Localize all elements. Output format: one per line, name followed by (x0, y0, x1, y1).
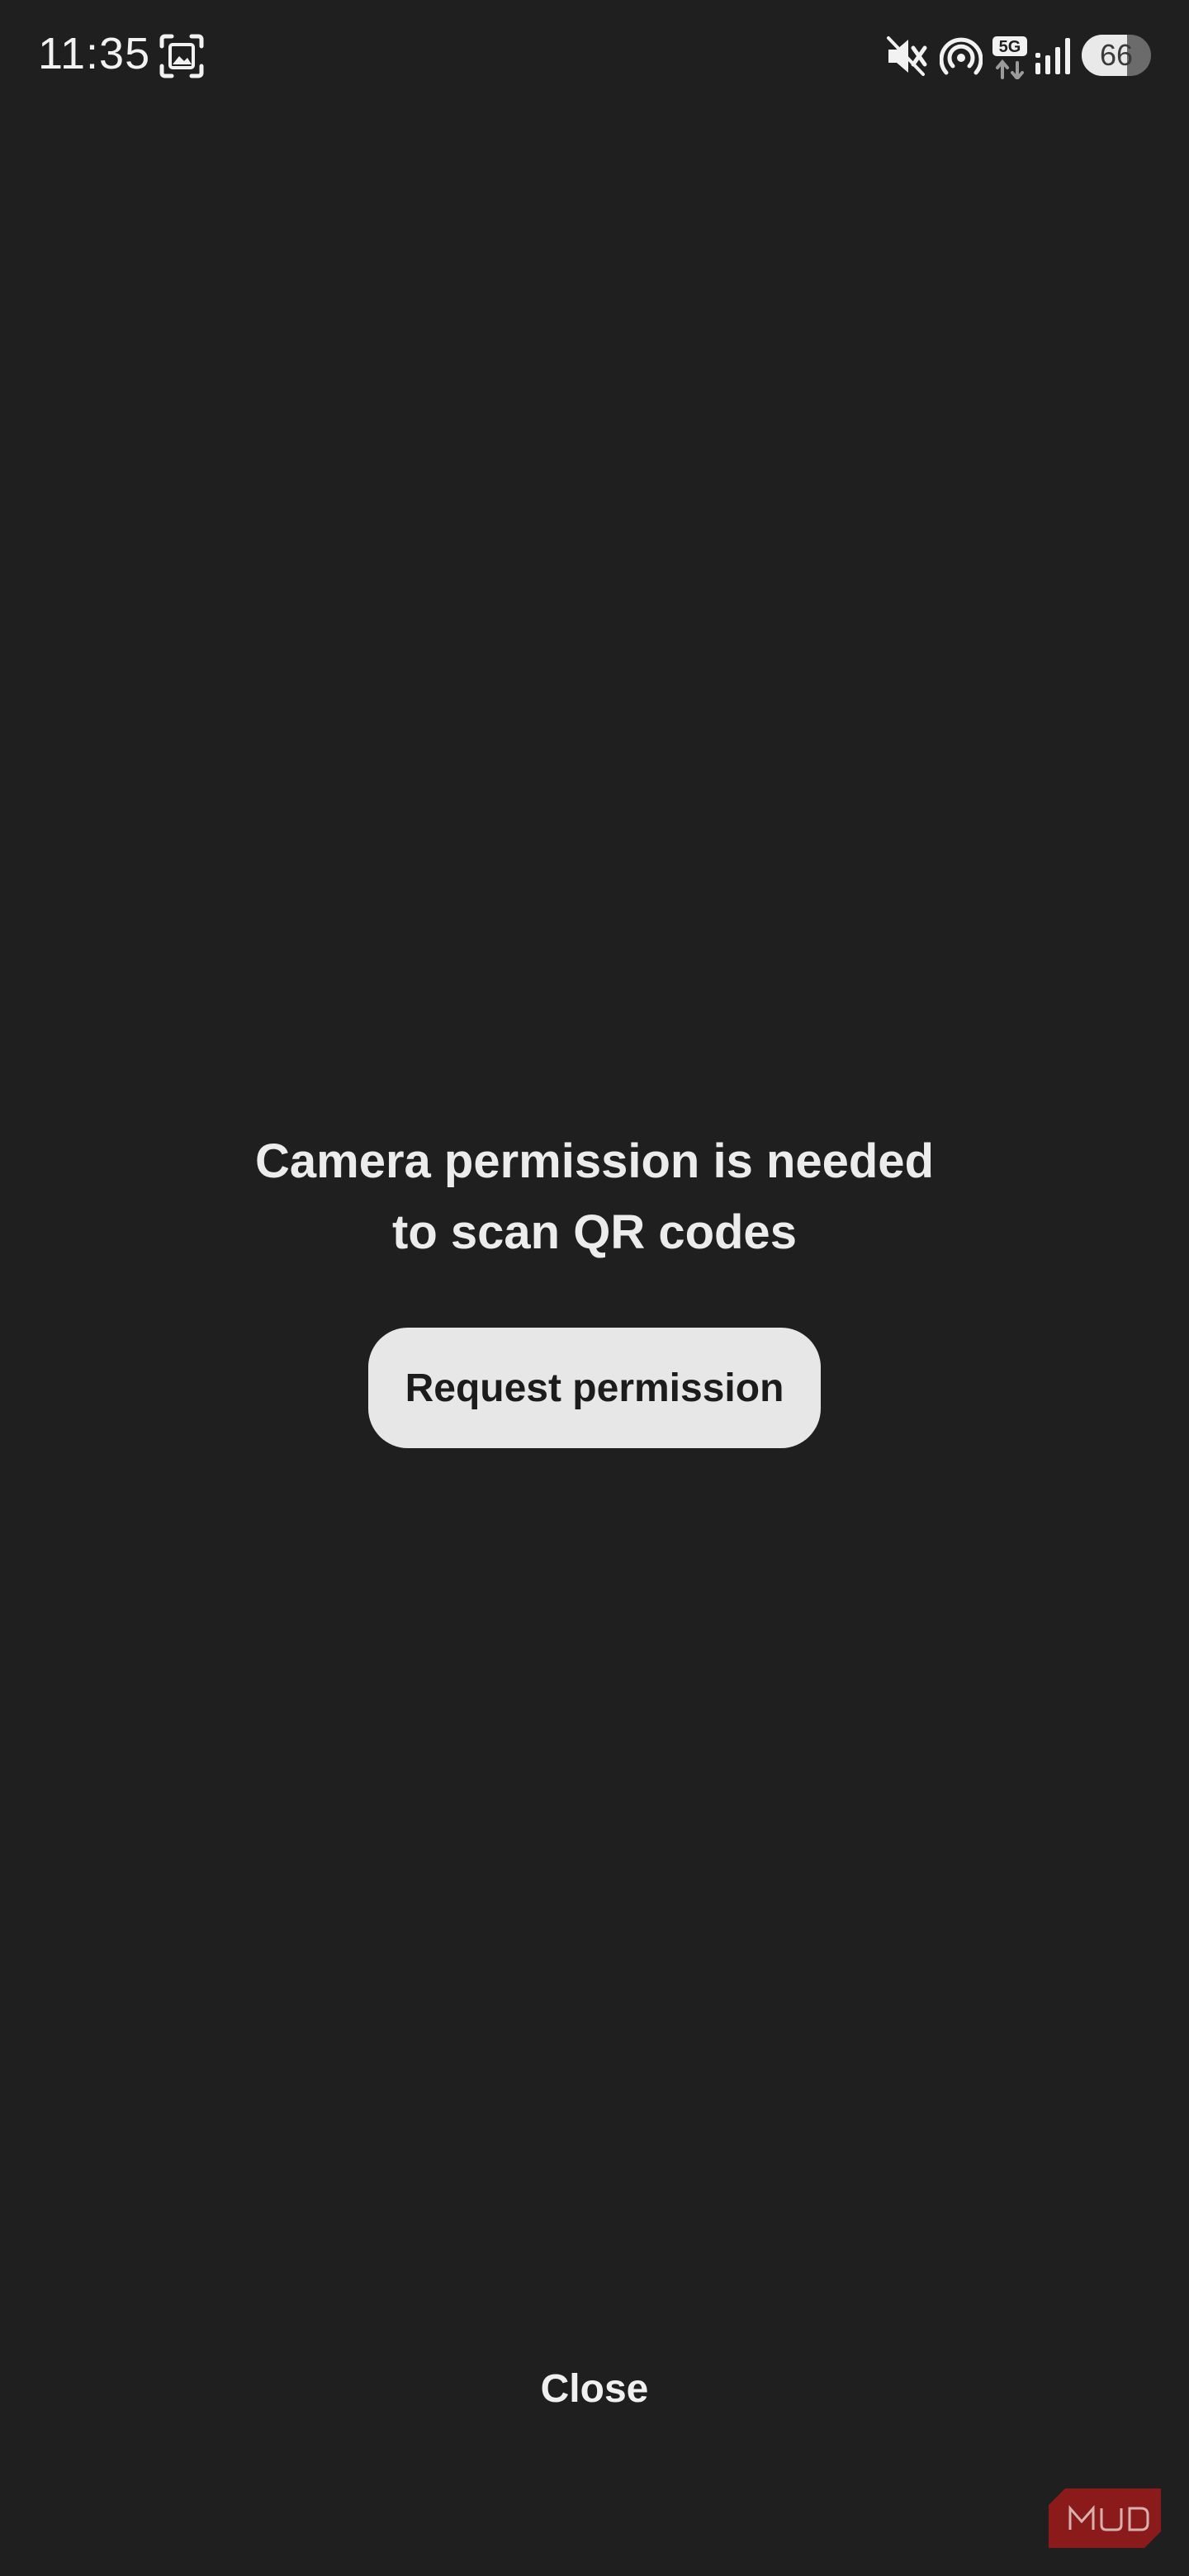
signal-icon (1034, 33, 1075, 79)
muo-watermark-logo (1049, 2488, 1161, 2548)
svg-text:5G: 5G (999, 38, 1021, 56)
hotspot-icon (940, 33, 983, 79)
screenshot-icon (159, 33, 205, 79)
battery-level: 66 (1099, 38, 1134, 72)
status-bar: 11:35 5G 66 (0, 0, 1189, 107)
status-time: 11:35 (38, 29, 151, 78)
permission-message-line2: to scan QR codes (392, 1205, 797, 1259)
close-button[interactable]: Close (0, 2366, 1189, 2412)
5g-network-icon: 5G (991, 35, 1030, 81)
battery-icon: 66 (1082, 35, 1151, 76)
request-permission-button[interactable]: Request permission (368, 1328, 821, 1448)
permission-message: Camera permission is needed to scan QR c… (0, 1126, 1189, 1268)
mute-icon (885, 33, 928, 79)
permission-message-line1: Camera permission is needed (255, 1134, 934, 1188)
